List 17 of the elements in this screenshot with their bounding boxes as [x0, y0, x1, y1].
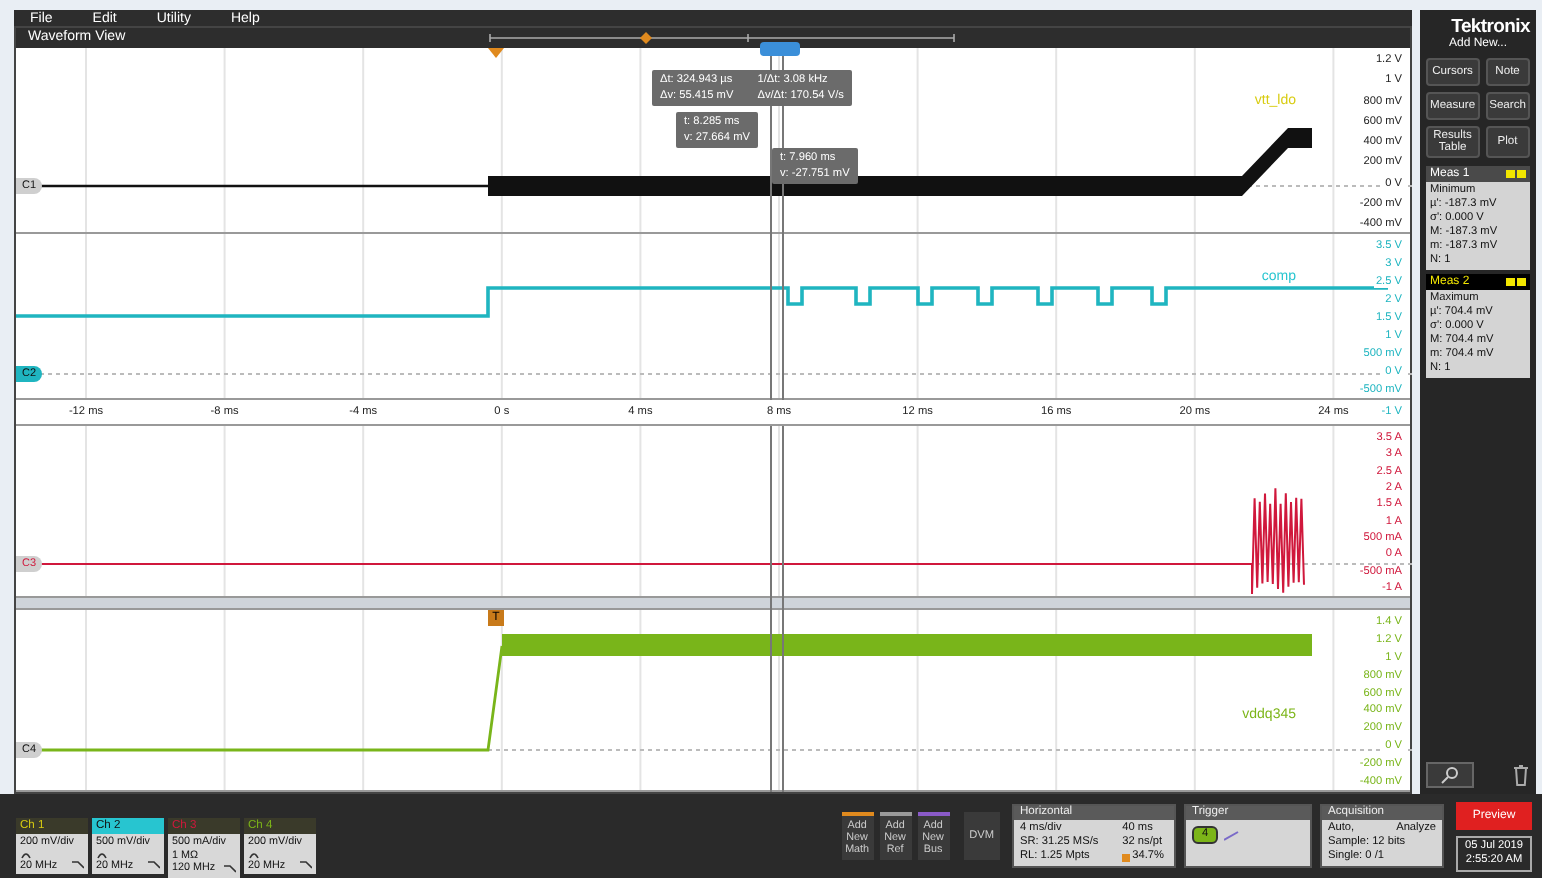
- rising-edge-icon: [1224, 829, 1241, 841]
- badge-icon: [1506, 278, 1526, 286]
- probe-icon: [248, 849, 260, 860]
- filter-icon: [148, 860, 160, 871]
- filter-icon: [224, 863, 236, 874]
- zoom-button[interactable]: [1426, 762, 1474, 788]
- cursor-handle[interactable]: [760, 42, 800, 56]
- trash-icon[interactable]: [1512, 764, 1530, 786]
- badge-icon: [1506, 170, 1526, 178]
- trigger-position-icon: [488, 48, 504, 58]
- search-icon: [1440, 766, 1460, 784]
- brand-logo: Tektronix: [1451, 16, 1530, 38]
- probe-icon: [96, 849, 108, 860]
- record-overview-icon: [488, 32, 956, 44]
- probe-icon: [20, 849, 32, 860]
- filter-icon: [300, 860, 312, 871]
- filter-icon: [72, 860, 84, 871]
